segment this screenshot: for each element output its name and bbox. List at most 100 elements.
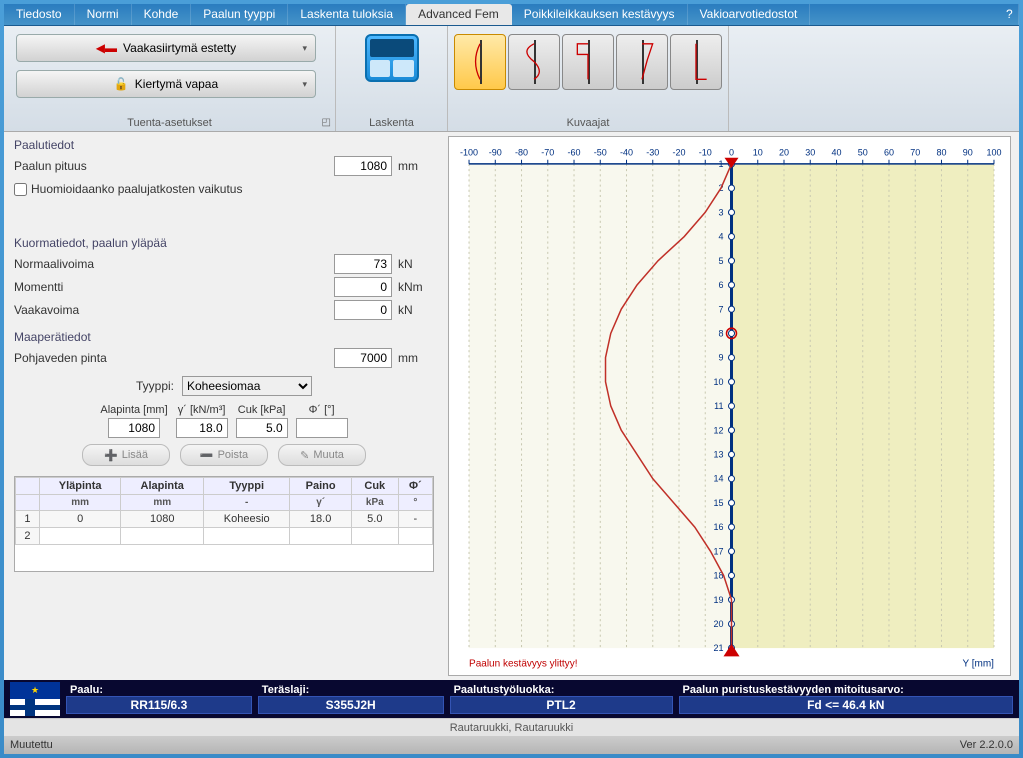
chart-btn-4[interactable] — [616, 34, 668, 90]
input-gamma[interactable] — [176, 418, 228, 438]
input-paalun-pituus[interactable] — [334, 156, 392, 176]
chart-area: -100-90-80-70-60-50-40-30-20-10010203040… — [448, 136, 1011, 676]
grid-sub-2: mm — [121, 495, 204, 511]
input-phi[interactable] — [296, 418, 348, 438]
svg-text:10: 10 — [713, 377, 723, 387]
svg-text:21: 21 — [713, 643, 723, 653]
svg-text:60: 60 — [884, 147, 894, 157]
menu-advancedfem[interactable]: Advanced Fem — [406, 4, 512, 25]
svg-text:80: 80 — [936, 147, 946, 157]
menu-tiedosto[interactable]: Tiedosto — [4, 4, 75, 25]
svg-text:12: 12 — [713, 425, 723, 435]
ribbon-group-charts: Kuvaajat — [448, 26, 729, 131]
grid-hdr-4: Paino — [290, 478, 351, 495]
footer-pile-label: Paalu: — [66, 684, 252, 696]
menu-poikkileikkaus[interactable]: Poikkileikkauksen kestävyys — [512, 4, 688, 25]
svg-text:19: 19 — [713, 595, 723, 605]
cell — [398, 528, 432, 545]
group-label-calc: Laskenta — [336, 117, 447, 129]
svg-text:8: 8 — [718, 328, 723, 338]
status-left: Muutettu — [10, 739, 53, 751]
checkbox-input[interactable] — [14, 183, 27, 196]
cell: 18.0 — [290, 511, 351, 528]
svg-text:-90: -90 — [489, 147, 502, 157]
help-icon[interactable]: ? — [994, 4, 1019, 25]
svg-text:30: 30 — [805, 147, 815, 157]
menu-normi[interactable]: Normi — [75, 4, 132, 25]
cell: 5.0 — [351, 511, 398, 528]
grid-hdr-0 — [16, 478, 40, 495]
svg-text:7: 7 — [718, 304, 723, 314]
status-right: Ver 2.2.0.0 — [960, 739, 1013, 751]
calc-icon[interactable] — [365, 34, 419, 82]
menu-vakioarvo[interactable]: Vakioarvotiedostot — [688, 4, 811, 25]
btn-vaakasiirtyma[interactable]: ◀▬ Vaakasiirtymä estetty ▾ — [16, 34, 316, 62]
svg-text:5: 5 — [718, 256, 723, 266]
left-panel: Paalutiedot Paalun pituus mm Huomioidaan… — [4, 132, 444, 680]
cell: - — [398, 511, 432, 528]
lock-open-icon: 🔓 — [114, 77, 129, 91]
btn-lisaa[interactable]: ➕Lisää — [82, 444, 170, 466]
footer-class-label: Paalutustyöluokka: — [450, 684, 673, 696]
svg-text:Y [mm]: Y [mm] — [962, 659, 994, 670]
input-pohjaveden-pinta[interactable] — [334, 348, 392, 368]
unit-mm: mm — [398, 351, 434, 365]
menu-bar: Tiedosto Normi Kohde Paalun tyyppi Laske… — [4, 4, 1019, 26]
grid-sub-1: mm — [39, 495, 121, 511]
grid-sub-3: - — [204, 495, 290, 511]
table-row[interactable]: 2 — [16, 528, 433, 545]
svg-text:-100: -100 — [460, 147, 478, 157]
menu-paaluntyyppi[interactable]: Paalun tyyppi — [191, 4, 288, 25]
cell: Koheesio — [204, 511, 290, 528]
input-vaakavoima[interactable] — [334, 300, 392, 320]
cell — [204, 528, 290, 545]
svg-text:-20: -20 — [673, 147, 686, 157]
arrow-left-icon: ◀▬ — [96, 41, 117, 55]
table-row[interactable]: 1 0 1080 Koheesio 18.0 5.0 - — [16, 511, 433, 528]
checkbox-paalujatkosten[interactable]: Huomioidaanko paalujatkosten vaikutus — [14, 182, 434, 196]
menu-laskentatuloksia[interactable]: Laskenta tuloksia — [288, 4, 406, 25]
svg-text:9: 9 — [718, 353, 723, 363]
col-cuk: Cuk [kPa] — [236, 404, 288, 416]
select-tyyppi[interactable]: Koheesiomaa — [182, 376, 312, 396]
group-label-support: Tuenta-asetukset — [4, 117, 335, 129]
input-normaalivoima[interactable] — [334, 254, 392, 274]
label-tyyppi: Tyyppi: — [136, 379, 174, 393]
col-alapinta: Alapinta [mm] — [100, 404, 167, 416]
chart-btn-5[interactable] — [670, 34, 722, 90]
chart-btn-1[interactable] — [454, 34, 506, 90]
soil-grid[interactable]: Yläpinta Alapinta Tyyppi Paino Cuk Φ´ mm… — [14, 476, 434, 572]
footer-cap-label: Paalun puristuskestävyyden mitoitusarvo: — [679, 684, 1013, 696]
group-label-charts: Kuvaajat — [448, 117, 728, 129]
btn-poista[interactable]: ➖Poista — [180, 444, 268, 466]
svg-text:50: 50 — [858, 147, 868, 157]
grid-sub-6: ° — [398, 495, 432, 511]
input-momentti[interactable] — [334, 277, 392, 297]
svg-text:6: 6 — [718, 280, 723, 290]
checkbox-label: Huomioidaanko paalujatkosten vaikutus — [31, 182, 242, 196]
chart-btn-3[interactable] — [562, 34, 614, 90]
btn-kiertyma[interactable]: 🔓 Kiertymä vapaa ▾ — [16, 70, 316, 98]
cell — [121, 528, 204, 545]
svg-text:17: 17 — [713, 546, 723, 556]
add-icon: ➕ — [104, 449, 118, 462]
btn-muuta[interactable]: ✎Muuta — [278, 444, 366, 466]
expand-icon[interactable]: ◰ — [322, 117, 331, 128]
chart-btn-2[interactable] — [508, 34, 560, 90]
label-normaalivoima: Normaalivoima — [14, 257, 334, 271]
svg-text:-80: -80 — [515, 147, 528, 157]
unit-kn: kN — [398, 257, 434, 271]
caret-icon: ▾ — [302, 43, 307, 54]
unit-kn: kN — [398, 303, 434, 317]
input-cuk[interactable] — [236, 418, 288, 438]
cell: 0 — [39, 511, 121, 528]
svg-text:13: 13 — [713, 449, 723, 459]
status-bar: Muutettu Ver 2.2.0.0 — [4, 736, 1019, 754]
menu-kohde[interactable]: Kohde — [132, 4, 192, 25]
svg-text:-10: -10 — [699, 147, 712, 157]
svg-text:-60: -60 — [568, 147, 581, 157]
input-alapinta[interactable] — [108, 418, 160, 438]
footer-cap-val: Fd <= 46.4 kN — [679, 696, 1013, 714]
cell: 1 — [16, 511, 40, 528]
cell — [351, 528, 398, 545]
